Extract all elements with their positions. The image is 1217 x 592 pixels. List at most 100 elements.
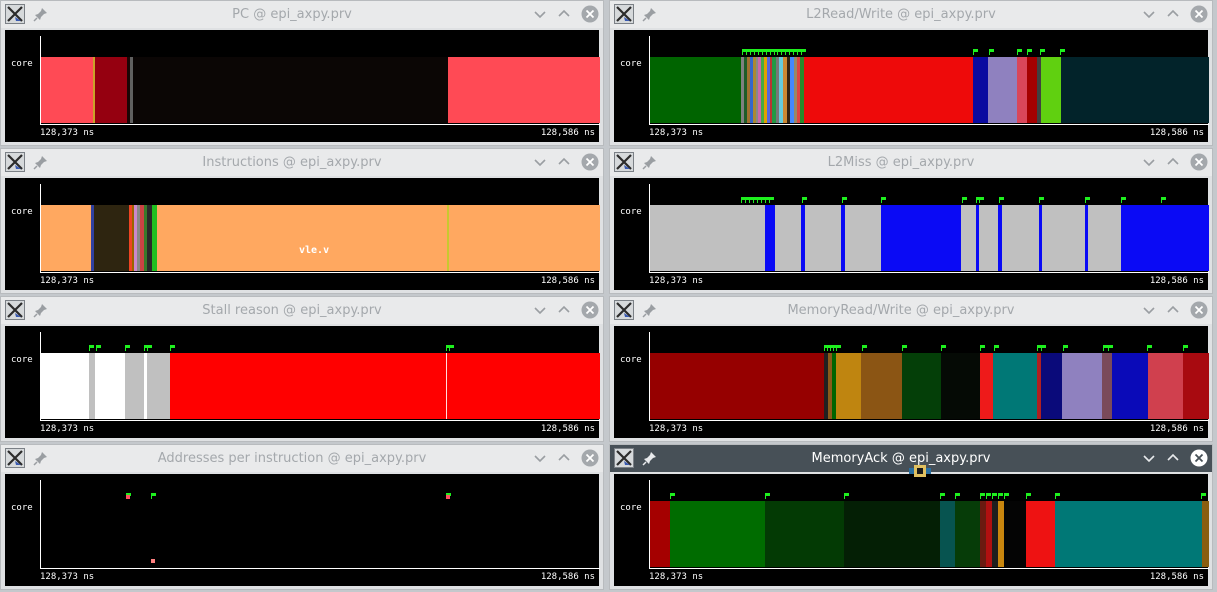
state-segment[interactable] — [650, 57, 741, 123]
window-titlebar[interactable]: Addresses per instruction @ epi_axpy.prv — [1, 445, 603, 472]
window-l2miss[interactable]: L2Miss @ epi_axpy.prv core 128,373 ns 128,5… — [609, 148, 1213, 294]
state-segment[interactable] — [41, 57, 93, 123]
state-segment[interactable] — [41, 353, 90, 419]
state-segment[interactable] — [775, 205, 802, 271]
state-segment[interactable] — [835, 353, 862, 419]
pin-icon[interactable] — [33, 154, 49, 170]
minimize-button[interactable] — [531, 449, 549, 467]
window-titlebar[interactable]: L2Read/Write @ epi_axpy.prv — [610, 1, 1212, 28]
window-titlebar[interactable]: PC @ epi_axpy.prv — [1, 1, 603, 28]
state-segment[interactable] — [901, 353, 941, 419]
state-segment[interactable] — [988, 57, 1018, 123]
state-segment[interactable] — [447, 57, 600, 123]
state-segment[interactable] — [94, 57, 127, 123]
state-segment[interactable] — [447, 353, 600, 419]
close-button[interactable] — [581, 301, 599, 319]
state-track[interactable] — [650, 57, 1209, 123]
state-segment[interactable] — [1102, 353, 1112, 419]
state-segment[interactable] — [1111, 353, 1149, 419]
state-segment[interactable] — [136, 57, 448, 123]
state-segment[interactable] — [993, 353, 1037, 419]
timeline-plot[interactable]: core 128,373 ns 128,586 ns — [5, 326, 600, 438]
state-segment[interactable] — [861, 353, 902, 419]
pin-icon[interactable] — [33, 450, 49, 466]
window-titlebar[interactable]: L2Miss @ epi_axpy.prv — [610, 149, 1212, 176]
minimize-button[interactable] — [531, 5, 549, 23]
state-segment[interactable] — [170, 353, 446, 419]
close-button[interactable] — [1190, 153, 1208, 171]
state-segment[interactable] — [1088, 205, 1122, 271]
maximize-button[interactable] — [555, 301, 573, 319]
maximize-button[interactable] — [555, 5, 573, 23]
close-button[interactable] — [1190, 5, 1208, 23]
minimize-button[interactable] — [1140, 153, 1158, 171]
state-segment[interactable] — [1201, 501, 1209, 567]
state-segment[interactable] — [804, 205, 842, 271]
minimize-button[interactable] — [1140, 5, 1158, 23]
state-segment[interactable] — [940, 353, 980, 419]
minimize-button[interactable] — [1140, 449, 1158, 467]
timeline-plot[interactable]: core 128,373 ns 128,586 ns — [5, 178, 600, 290]
timeline-plot[interactable]: core 128,373 ns 128,586 ns — [614, 30, 1209, 142]
state-segment[interactable] — [449, 205, 600, 271]
pin-icon[interactable] — [33, 302, 49, 318]
app-icon[interactable] — [614, 300, 634, 320]
state-segment[interactable] — [1148, 353, 1183, 419]
address-point[interactable] — [125, 495, 130, 499]
state-segment[interactable] — [844, 205, 881, 271]
maximize-button[interactable] — [1164, 449, 1182, 467]
pin-icon[interactable] — [642, 450, 658, 466]
state-segment[interactable] — [41, 205, 91, 271]
window-addresses-per-instruction[interactable]: Addresses per instruction @ epi_axpy.prv… — [0, 444, 604, 590]
state-segment[interactable] — [1003, 501, 1027, 567]
state-segment[interactable] — [93, 205, 129, 271]
app-icon[interactable] — [614, 4, 634, 24]
pin-icon[interactable] — [33, 6, 49, 22]
state-segment[interactable] — [764, 205, 776, 271]
window-titlebar[interactable]: MemoryRead/Write @ epi_axpy.prv — [610, 297, 1212, 324]
state-track[interactable] — [41, 205, 600, 271]
maximize-button[interactable] — [1164, 153, 1182, 171]
state-segment[interactable] — [1121, 205, 1209, 271]
state-track[interactable] — [41, 501, 600, 567]
address-point[interactable] — [150, 559, 155, 563]
timeline-plot[interactable]: core 128,373 ns 128,586 ns — [614, 178, 1209, 290]
state-segment[interactable] — [979, 353, 994, 419]
state-segment[interactable] — [1026, 501, 1055, 567]
maximize-button[interactable] — [1164, 5, 1182, 23]
window-stall-reason[interactable]: Stall reason @ epi_axpy.prv core 128,373 n… — [0, 296, 604, 442]
state-segment[interactable] — [961, 205, 976, 271]
maximize-button[interactable] — [555, 153, 573, 171]
close-button[interactable] — [581, 153, 599, 171]
state-segment[interactable] — [1041, 205, 1085, 271]
address-point[interactable] — [445, 495, 450, 499]
close-button[interactable] — [1190, 301, 1208, 319]
timeline-plot[interactable]: core 128,373 ns 128,586 ns — [5, 30, 600, 142]
window-titlebar[interactable]: Instructions @ epi_axpy.prv — [1, 149, 603, 176]
state-segment[interactable] — [1040, 57, 1062, 123]
timeline-plot[interactable]: core 128,373 ns 128,586 ns — [5, 474, 600, 586]
state-segment[interactable] — [765, 501, 844, 567]
app-icon[interactable] — [614, 152, 634, 172]
state-segment[interactable] — [670, 501, 766, 567]
state-segment[interactable] — [650, 353, 824, 419]
state-segment[interactable] — [973, 57, 989, 123]
app-icon[interactable] — [5, 152, 25, 172]
pin-icon[interactable] — [642, 154, 658, 170]
state-segment[interactable] — [880, 205, 962, 271]
state-segment[interactable] — [1061, 57, 1209, 123]
state-segment[interactable] — [940, 501, 956, 567]
app-icon[interactable] — [5, 4, 25, 24]
pin-icon[interactable] — [642, 302, 658, 318]
state-segment[interactable] — [94, 353, 126, 419]
state-segment[interactable] — [843, 501, 941, 567]
state-segment[interactable] — [125, 353, 144, 419]
state-segment[interactable] — [1040, 353, 1062, 419]
state-segment[interactable] — [979, 205, 999, 271]
state-segment[interactable] — [146, 353, 171, 419]
maximize-button[interactable] — [1164, 301, 1182, 319]
minimize-button[interactable] — [531, 153, 549, 171]
minimize-button[interactable] — [531, 301, 549, 319]
state-track[interactable] — [41, 57, 600, 123]
state-track[interactable] — [650, 205, 1209, 271]
